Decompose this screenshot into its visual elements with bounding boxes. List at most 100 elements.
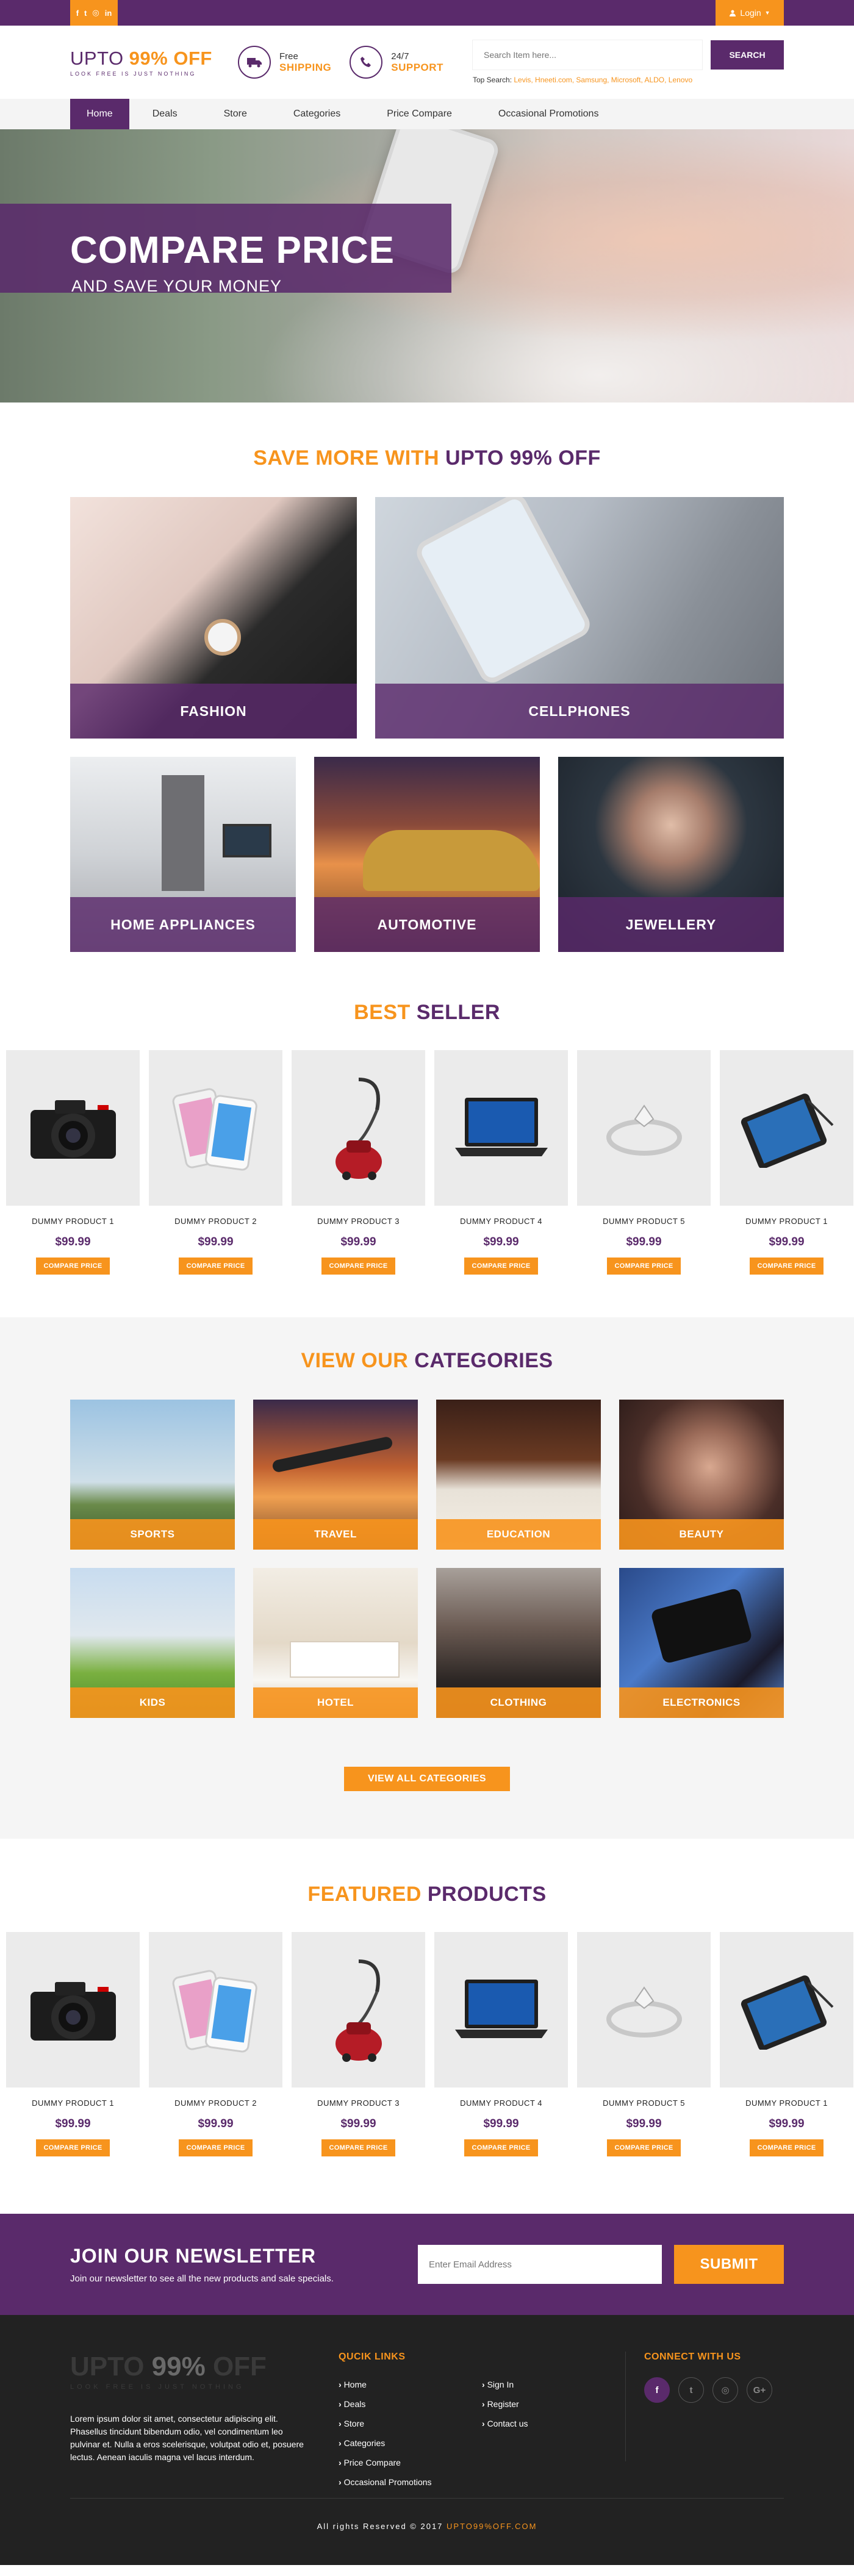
category-beauty[interactable]: BEAUTY	[619, 1400, 784, 1550]
top-search-terms[interactable]: Levis, Hneeti.com, Samsung, Microsoft, A…	[514, 76, 692, 84]
footer-logo-a: UPTO	[70, 2352, 152, 2381]
footer-link-sign-in[interactable]: Sign In	[482, 2380, 625, 2389]
category-kids[interactable]: KIDS	[70, 1568, 235, 1718]
product-image[interactable]	[6, 1932, 140, 2088]
footer-logo-b: 99%	[151, 2352, 206, 2381]
nav-home[interactable]: Home	[70, 99, 129, 129]
search-input[interactable]	[473, 40, 702, 70]
product-image[interactable]	[720, 1932, 853, 2088]
logo-highlight: 99% OFF	[129, 48, 212, 69]
categories-title-a: VIEW OUR	[301, 1349, 415, 1372]
product-image[interactable]	[292, 1932, 425, 2088]
shipping-line2: SHIPPING	[279, 61, 332, 73]
submit-button[interactable]: SUBMIT	[674, 2245, 784, 2284]
product-card: DUMMY PRODUCT 3 $99.99 COMPARE PRICE	[292, 1050, 425, 1275]
footer-link-store[interactable]: Store	[339, 2419, 482, 2428]
compare-price-button[interactable]: COMPARE PRICE	[321, 2139, 395, 2156]
footer-link-price-compare[interactable]: Price Compare	[339, 2458, 482, 2467]
product-image[interactable]	[434, 1932, 568, 2088]
product-image[interactable]	[149, 1050, 282, 1206]
login-label: Login	[740, 8, 761, 18]
nav-occasional-promotions[interactable]: Occasional Promotions	[475, 99, 622, 129]
user-icon	[730, 10, 736, 16]
compare-price-button[interactable]: COMPARE PRICE	[464, 1258, 538, 1275]
tile-jewellery[interactable]: JEWELLERY	[558, 757, 784, 952]
product-image[interactable]	[149, 1932, 282, 2088]
email-field[interactable]	[418, 2245, 662, 2284]
compare-price-button[interactable]: COMPARE PRICE	[36, 2139, 110, 2156]
category-travel[interactable]: TRAVEL	[253, 1400, 418, 1550]
google-plus-icon[interactable]: G+	[747, 2377, 772, 2403]
product-image[interactable]	[577, 1050, 711, 1206]
laptop-icon	[454, 1097, 548, 1156]
compare-price-button[interactable]: COMPARE PRICE	[607, 2139, 681, 2156]
product-card: DUMMY PRODUCT 1 $99.99 COMPARE PRICE	[6, 1932, 140, 2156]
tile-home-appliances[interactable]: HOME APPLIANCES	[70, 757, 296, 952]
compare-price-button[interactable]: COMPARE PRICE	[750, 1258, 824, 1275]
category-education[interactable]: EDUCATION	[436, 1400, 601, 1550]
product-image[interactable]	[720, 1050, 853, 1206]
footer-logo[interactable]: UPTO 99% OFF	[70, 2352, 314, 2382]
nav-price-compare[interactable]: Price Compare	[364, 99, 475, 129]
linkedin-icon[interactable]: in	[105, 9, 112, 18]
newsletter-title: JOIN OUR NEWSLETTER	[70, 2245, 317, 2267]
product-image[interactable]	[6, 1050, 140, 1206]
footer-link-deals[interactable]: Deals	[339, 2399, 482, 2409]
tile-automotive[interactable]: AUTOMOTIVE	[314, 757, 540, 952]
search-button[interactable]: SEARCH	[711, 40, 784, 70]
ring-icon	[606, 1986, 682, 2038]
category-label: KIDS	[70, 1687, 235, 1718]
facebook-icon[interactable]: f	[76, 9, 79, 18]
product-image[interactable]	[577, 1932, 711, 2088]
category-hotel[interactable]: HOTEL	[253, 1568, 418, 1718]
instagram-icon[interactable]: ◎	[92, 8, 99, 18]
product-image[interactable]	[292, 1050, 425, 1206]
footer-link-contact[interactable]: Contact us	[482, 2419, 625, 2428]
hero-title: COMPARE PRICE	[70, 229, 395, 271]
compare-price-button[interactable]: COMPARE PRICE	[464, 2139, 538, 2156]
twitter-icon[interactable]: t	[678, 2377, 704, 2403]
save-more-title-b: UPTO 99% OFF	[445, 446, 601, 470]
tile-fashion[interactable]: FASHION	[70, 497, 357, 739]
product-name: DUMMY PRODUCT 4	[460, 2098, 542, 2108]
categories-title: VIEW OUR CATEGORIES	[0, 1349, 854, 1373]
category-label: SPORTS	[70, 1519, 235, 1550]
product-name: DUMMY PRODUCT 5	[603, 2098, 685, 2108]
tile-cellphones[interactable]: CELLPHONES	[375, 497, 784, 739]
instagram-icon[interactable]: ◎	[712, 2377, 738, 2403]
product-price: $99.99	[483, 2117, 519, 2130]
logo[interactable]: UPTO 99% OFF LOOK FREE IS JUST NOTHING	[70, 48, 220, 77]
footer-link-occasional-promotions[interactable]: Occasional Promotions	[339, 2477, 482, 2487]
smartphones-icon	[172, 1087, 257, 1171]
compare-price-button[interactable]: COMPARE PRICE	[36, 1258, 110, 1275]
save-more-section: SAVE MORE WITH UPTO 99% OFF FASHION CELL…	[0, 402, 854, 952]
footer-description: Lorem ipsum dolor sit amet, consectetur …	[70, 2414, 304, 2462]
bed-image	[290, 1641, 400, 1678]
product-image[interactable]	[434, 1050, 568, 1206]
facebook-icon[interactable]: f	[644, 2377, 670, 2403]
support-line2: SUPPORT	[391, 61, 443, 73]
top-social-links: f t ◎ in	[70, 0, 118, 26]
compare-price-button[interactable]: COMPARE PRICE	[321, 1258, 395, 1275]
compare-price-button[interactable]: COMPARE PRICE	[179, 1258, 253, 1275]
logo-text: UPTO	[70, 48, 129, 69]
footer-link-categories[interactable]: Categories	[339, 2438, 482, 2448]
category-sports[interactable]: SPORTS	[70, 1400, 235, 1550]
login-button[interactable]: Login ▼	[716, 0, 784, 26]
footer-link-register[interactable]: Register	[482, 2399, 625, 2409]
view-all-categories-button[interactable]: VIEW ALL CATEGORIES	[344, 1767, 510, 1791]
compare-price-button[interactable]: COMPARE PRICE	[607, 1258, 681, 1275]
twitter-icon[interactable]: t	[84, 9, 87, 18]
category-electronics[interactable]: ELECTRONICS	[619, 1568, 784, 1718]
compare-price-button[interactable]: COMPARE PRICE	[179, 2139, 253, 2156]
category-clothing[interactable]: CLOTHING	[436, 1568, 601, 1718]
nav-categories[interactable]: Categories	[270, 99, 364, 129]
copyright-brand[interactable]: UPTO99%OFF.COM	[447, 2522, 537, 2531]
product-name: DUMMY PRODUCT 1	[745, 1217, 828, 1226]
nav-deals[interactable]: Deals	[129, 99, 201, 129]
footer-link-home[interactable]: Home	[339, 2380, 482, 2389]
nav-store[interactable]: Store	[201, 99, 270, 129]
featured-title-a: FEATURED	[307, 1883, 428, 1906]
cellphone-image	[412, 497, 595, 687]
compare-price-button[interactable]: COMPARE PRICE	[750, 2139, 824, 2156]
